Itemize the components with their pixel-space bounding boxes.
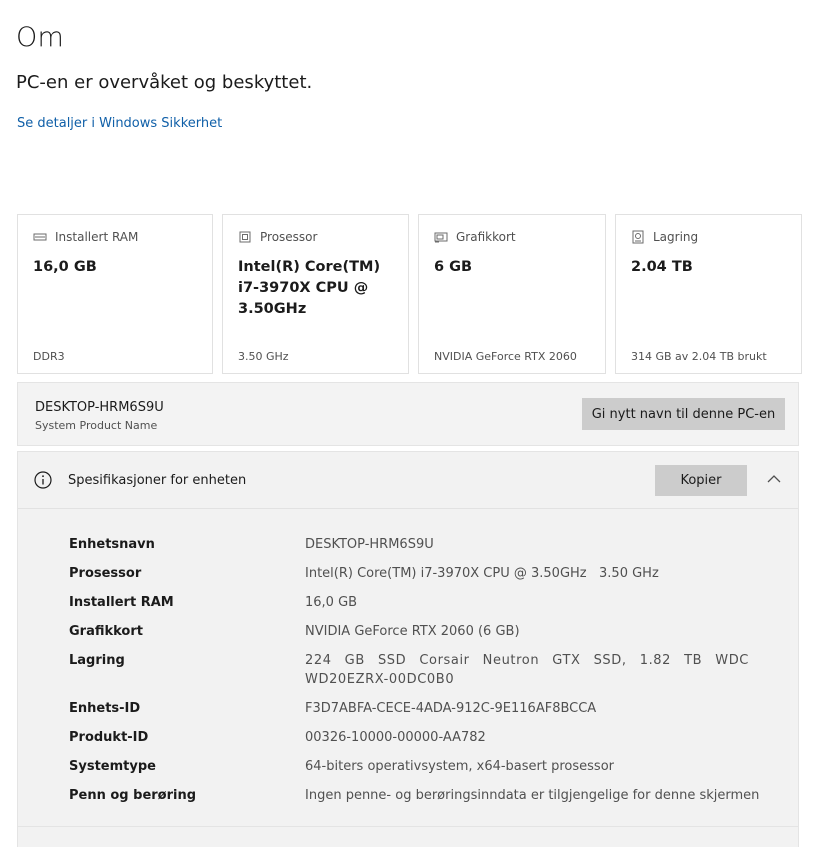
spec-row: Grafikkort NVIDIA GeForce RTX 2060 (6 GB… bbox=[69, 622, 769, 641]
device-name-panel: DESKTOP-HRM6S9U System Product Name Gi n… bbox=[17, 382, 799, 446]
spec-label: Systemtype bbox=[69, 759, 156, 774]
card-label: Lagring bbox=[653, 230, 699, 244]
spec-label: Prosessor bbox=[69, 566, 142, 581]
spec-value: 16,0 GB bbox=[305, 595, 358, 610]
spec-label: Lagring bbox=[69, 653, 125, 668]
spec-value: Intel(R) Core(TM) i7-3970X CPU @ 3.50GHz… bbox=[305, 566, 659, 581]
card-ram: Installert RAM 16,0 GB DDR3 bbox=[17, 214, 213, 374]
spec-label: Enhets-ID bbox=[69, 701, 141, 716]
spec-label: Installert RAM bbox=[69, 595, 174, 610]
spec-row: Installert RAM 16,0 GB bbox=[69, 593, 769, 612]
card-storage: Lagring 2.04 TB 314 GB av 2.04 TB brukt bbox=[615, 214, 802, 374]
spec-row: Lagring 224 GB SSD Corsair Neutron GTX S… bbox=[69, 651, 769, 689]
spec-row: Enhets-ID F3D7ABFA-CECE-4ADA-912C-9E116A… bbox=[69, 699, 769, 718]
protection-status: PC-en er overvåket og beskyttet. bbox=[16, 72, 313, 93]
spec-cards: Installert RAM 16,0 GB DDR3 Prosessor In… bbox=[17, 214, 802, 374]
card-label: Grafikkort bbox=[456, 230, 516, 244]
card-value: 6 GB bbox=[434, 259, 473, 275]
card-sub: NVIDIA GeForce RTX 2060 bbox=[434, 350, 577, 363]
security-details-link[interactable]: Se detaljer i Windows Sikkerhet bbox=[17, 116, 222, 131]
card-sub: DDR3 bbox=[33, 350, 65, 363]
next-section-panel[interactable] bbox=[17, 826, 799, 847]
spec-value: F3D7ABFA-CECE-4ADA-912C-9E116AF8BCCA bbox=[305, 701, 597, 716]
spec-row: Penn og berøring Ingen penne- og berørin… bbox=[69, 786, 769, 805]
spec-label: Enhetsnavn bbox=[69, 537, 155, 552]
ram-icon bbox=[33, 233, 47, 241]
spec-header[interactable]: Spesifikasjoner for enheten Kopier bbox=[18, 452, 798, 509]
spec-row: Produkt-ID 00326-10000-00000-AA782 bbox=[69, 728, 769, 747]
card-graphics: Grafikkort 6 GB NVIDIA GeForce RTX 2060 bbox=[418, 214, 606, 374]
card-value: 16,0 GB bbox=[33, 259, 97, 275]
graphics-card-icon bbox=[434, 232, 448, 243]
spec-row: Systemtype 64-biters operativsystem, x64… bbox=[69, 757, 769, 776]
device-name: DESKTOP-HRM6S9U bbox=[35, 400, 164, 415]
spec-row: Prosessor Intel(R) Core(TM) i7-3970X CPU… bbox=[69, 564, 769, 583]
spec-value: 224 GB SSD Corsair Neutron GTX SSD, 1.82… bbox=[305, 653, 749, 687]
info-icon bbox=[34, 471, 52, 489]
spec-value: NVIDIA GeForce RTX 2060 (6 GB) bbox=[305, 624, 520, 639]
spec-value: 64-biters operativsystem, x64-basert pro… bbox=[305, 759, 614, 774]
rename-pc-button[interactable]: Gi nytt navn til denne PC-en bbox=[582, 398, 785, 430]
processor-icon bbox=[239, 231, 251, 243]
spec-label: Grafikkort bbox=[69, 624, 143, 639]
card-processor: Prosessor Intel(R) Core(TM) i7-3970X CPU… bbox=[222, 214, 409, 374]
card-value: Intel(R) Core(TM) i7-3970X CPU @ 3.50GHz bbox=[238, 259, 381, 317]
card-label: Installert RAM bbox=[55, 230, 139, 244]
spec-title: Spesifikasjoner for enheten bbox=[68, 473, 247, 488]
copy-button[interactable]: Kopier bbox=[655, 465, 747, 496]
spec-value: DESKTOP-HRM6S9U bbox=[305, 537, 434, 552]
chevron-up-icon[interactable] bbox=[766, 472, 782, 486]
card-sub: 314 GB av 2.04 TB brukt bbox=[631, 350, 767, 363]
card-value: 2.04 TB bbox=[631, 259, 693, 275]
device-specifications-panel: Spesifikasjoner for enheten Kopier Enhet… bbox=[17, 451, 799, 847]
page-title: Om bbox=[16, 22, 64, 53]
system-product-name: System Product Name bbox=[35, 419, 158, 432]
spec-value: Ingen penne- og berøringsinndata er tilg… bbox=[305, 788, 760, 803]
spec-row: Enhetsnavn DESKTOP-HRM6S9U bbox=[69, 535, 769, 554]
card-sub: 3.50 GHz bbox=[238, 350, 289, 363]
storage-icon bbox=[632, 230, 644, 244]
spec-label: Produkt-ID bbox=[69, 730, 149, 745]
spec-rows: Enhetsnavn DESKTOP-HRM6S9U Prosessor Int… bbox=[69, 535, 769, 815]
card-label: Prosessor bbox=[260, 230, 318, 244]
spec-value: 00326-10000-00000-AA782 bbox=[305, 730, 486, 745]
spec-label: Penn og berøring bbox=[69, 788, 197, 803]
